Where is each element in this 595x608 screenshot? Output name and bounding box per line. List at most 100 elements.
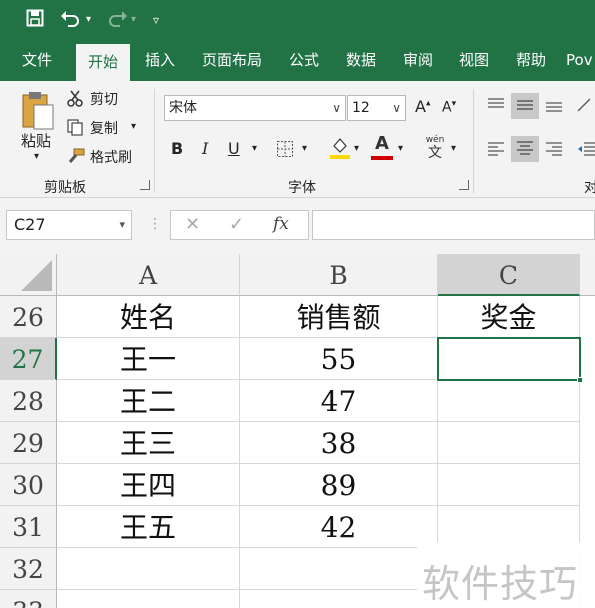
cell-a33[interactable] [57, 590, 240, 608]
font-name-combo[interactable]: 宋体 ∨ [164, 95, 346, 121]
chevron-down-icon[interactable]: ∨ [392, 96, 401, 120]
row-header-32[interactable]: 32 [0, 548, 57, 590]
cancel-edit-button[interactable]: ✕ [185, 214, 200, 235]
phonetic-dropdown-icon[interactable]: ▾ [451, 143, 456, 154]
row-header-26[interactable]: 26 [0, 296, 57, 338]
tab-help[interactable]: 帮助 [507, 40, 555, 81]
row-header-30[interactable]: 30 [0, 464, 57, 506]
redo-dropdown-icon[interactable]: ▾ [131, 9, 136, 31]
fill-color-icon[interactable] [329, 136, 351, 164]
bold-button[interactable]: B [171, 139, 183, 158]
watermark: 软件技巧 [417, 542, 595, 608]
tab-home[interactable]: 开始 [76, 44, 130, 81]
chevron-down-icon[interactable]: ▾ [119, 211, 125, 239]
cell-a26[interactable]: 姓名 [57, 296, 240, 338]
cell-a29[interactable]: 王三 [57, 422, 240, 464]
column-header-d[interactable] [580, 254, 595, 296]
cell-b32[interactable] [240, 548, 438, 590]
grow-font-icon[interactable]: A▴ [415, 97, 430, 116]
format-painter-icon[interactable] [66, 147, 86, 169]
chevron-down-icon[interactable]: ∨ [332, 96, 341, 120]
cell-a30[interactable]: 王四 [57, 464, 240, 506]
underline-dropdown-icon[interactable]: ▾ [252, 143, 257, 154]
cell-a32[interactable] [57, 548, 240, 590]
cell-b27[interactable]: 55 [240, 338, 438, 380]
paste-button-label[interactable]: 粘贴 [21, 130, 51, 151]
formula-input[interactable] [312, 210, 595, 240]
cell-c28[interactable] [438, 380, 580, 422]
align-left-icon[interactable] [486, 141, 506, 161]
cell-b28[interactable]: 47 [240, 380, 438, 422]
borders-dropdown-icon[interactable]: ▾ [302, 143, 307, 154]
customize-qat-icon[interactable]: ▿ [153, 9, 159, 31]
tab-power-overflow[interactable]: Pov [566, 40, 595, 81]
insert-function-button[interactable]: fx [273, 214, 289, 234]
fill-handle[interactable] [577, 377, 583, 383]
row-header-27[interactable]: 27 [0, 338, 57, 380]
cell-c30[interactable] [438, 464, 580, 506]
cell-b33[interactable] [240, 590, 438, 608]
tab-page-layout[interactable]: 页面布局 [194, 40, 270, 81]
row-header-31[interactable]: 31 [0, 506, 57, 548]
tab-formulas[interactable]: 公式 [280, 40, 328, 81]
italic-button[interactable]: I [202, 139, 208, 158]
copy-dropdown-icon[interactable]: ▾ [131, 121, 136, 132]
confirm-edit-button[interactable]: ✓ [229, 214, 244, 235]
row-header-28[interactable]: 28 [0, 380, 57, 422]
column-header-c[interactable]: C [438, 254, 580, 296]
ribbon-tabs: 文件 开始 插入 页面布局 公式 数据 审阅 视图 帮助 Pov [0, 40, 595, 81]
font-color-dropdown-icon[interactable]: ▾ [398, 143, 403, 154]
active-cell-selection[interactable] [437, 337, 583, 383]
cell-b26[interactable]: 销售额 [240, 296, 438, 338]
fill-color-dropdown-icon[interactable]: ▾ [354, 143, 359, 154]
tab-view[interactable]: 视图 [450, 40, 498, 81]
redo-icon[interactable] [106, 9, 128, 31]
undo-dropdown-icon[interactable]: ▾ [86, 9, 91, 31]
copy-icon[interactable] [66, 118, 84, 140]
align-center-icon[interactable] [511, 136, 539, 162]
formula-bar-grip-icon[interactable]: ⋮ [148, 216, 162, 232]
align-right-icon[interactable] [544, 141, 564, 161]
cell-a28[interactable]: 王二 [57, 380, 240, 422]
clipboard-dialog-launcher-icon[interactable] [140, 180, 150, 190]
name-box[interactable]: C27 ▾ [6, 210, 132, 240]
phonetic-guide-icon[interactable]: wén 文 [424, 135, 446, 161]
cut-icon[interactable] [66, 89, 84, 111]
decrease-indent-icon[interactable] [576, 141, 595, 161]
row-header-33[interactable]: 33 [0, 590, 57, 608]
tab-review[interactable]: 审阅 [394, 40, 442, 81]
paste-icon[interactable] [20, 89, 56, 135]
row-header-29[interactable]: 29 [0, 422, 57, 464]
cell-a27[interactable]: 王一 [57, 338, 240, 380]
cell-a31[interactable]: 王五 [57, 506, 240, 548]
tab-data[interactable]: 数据 [337, 40, 385, 81]
copy-button-label[interactable]: 复制 [90, 118, 118, 138]
align-top-icon[interactable] [486, 97, 506, 117]
column-header-a[interactable]: A [57, 254, 240, 296]
shrink-font-icon[interactable]: A▾ [442, 99, 456, 116]
column-header-b[interactable]: B [240, 254, 438, 296]
font-size-combo[interactable]: 12 ∨ [347, 95, 406, 121]
font-group-label: 字体 [288, 180, 316, 196]
undo-icon[interactable] [60, 9, 82, 31]
cell-b30[interactable]: 89 [240, 464, 438, 506]
select-all-corner[interactable] [0, 254, 57, 296]
paste-dropdown-icon[interactable]: ▾ [34, 151, 39, 162]
format-painter-label[interactable]: 格式刷 [90, 147, 132, 167]
cut-button-label[interactable]: 剪切 [90, 89, 118, 109]
cell-c26[interactable]: 奖金 [438, 296, 580, 338]
cell-b31[interactable]: 42 [240, 506, 438, 548]
cell-b29[interactable]: 38 [240, 422, 438, 464]
formula-buttons: ✕ ✓ fx [170, 210, 309, 240]
orientation-icon[interactable] [576, 97, 595, 117]
cell-c29[interactable] [438, 422, 580, 464]
tab-file[interactable]: 文件 [10, 40, 64, 81]
align-bottom-icon[interactable] [544, 97, 564, 117]
align-middle-icon[interactable] [511, 93, 539, 119]
font-color-icon[interactable]: A [371, 134, 393, 160]
tab-insert[interactable]: 插入 [134, 40, 186, 81]
save-icon[interactable] [26, 9, 44, 31]
font-dialog-launcher-icon[interactable] [459, 180, 469, 190]
borders-icon[interactable] [276, 140, 294, 162]
underline-button[interactable]: U [228, 139, 240, 158]
